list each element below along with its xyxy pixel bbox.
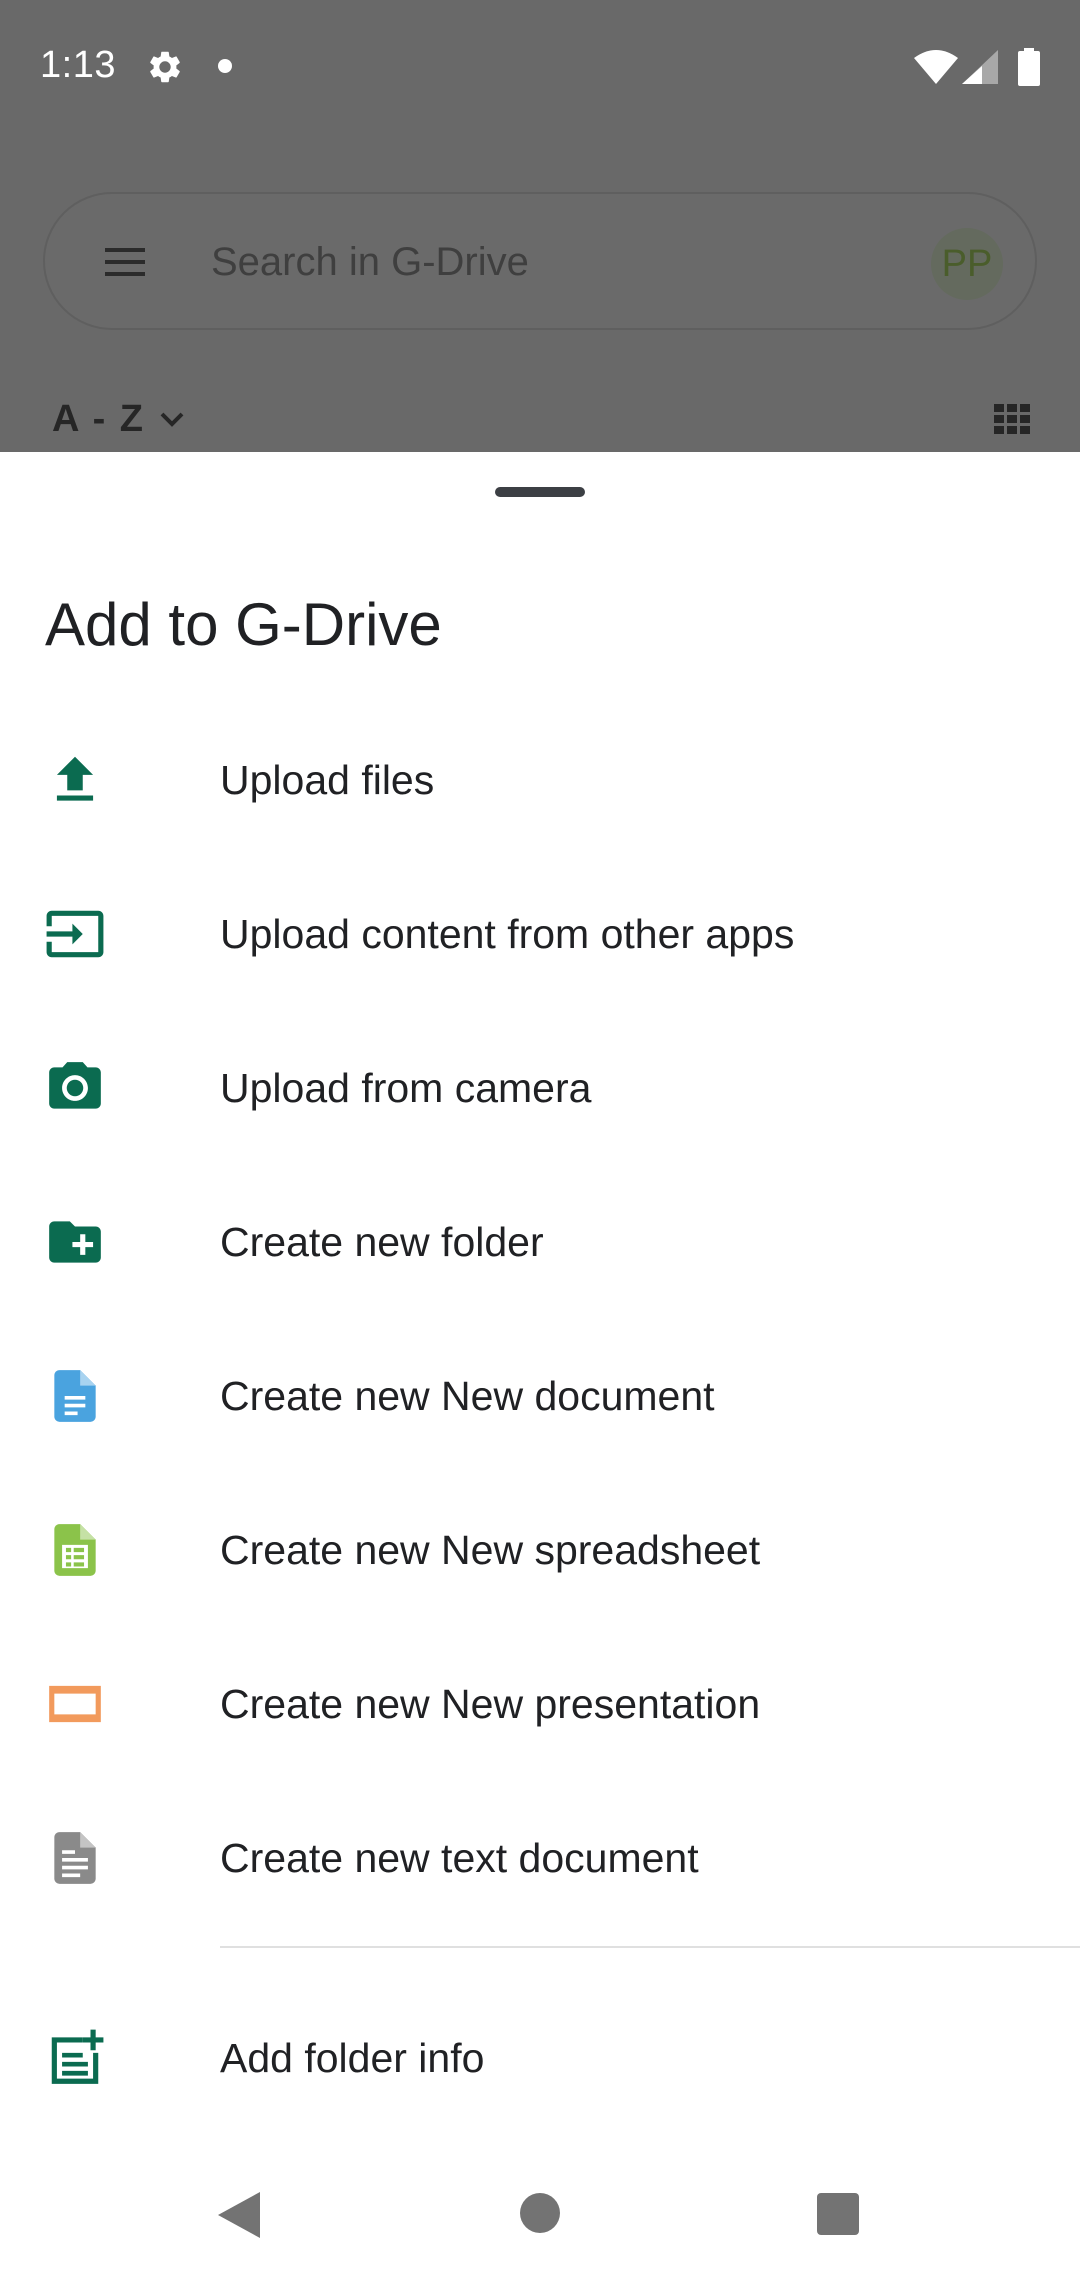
- text-document-icon: [54, 1832, 96, 1884]
- grid-view-icon[interactable]: [994, 404, 1030, 434]
- upload-icon: [56, 756, 94, 801]
- sheet-drag-handle[interactable]: [495, 487, 585, 497]
- create-document-label: Create new New document: [220, 1373, 715, 1419]
- document-icon: [54, 1370, 96, 1422]
- search-input[interactable]: Search in G-Drive: [211, 240, 529, 285]
- cell-signal-icon: [962, 50, 998, 84]
- sort-label: A - Z: [52, 398, 146, 440]
- add-folder-info-item[interactable]: Add folder info: [0, 1981, 1080, 2135]
- presentation-icon: [49, 1685, 101, 1723]
- divider: [220, 1946, 1080, 1948]
- notification-dot-icon: [218, 59, 232, 73]
- avatar[interactable]: PP: [931, 228, 1003, 300]
- status-bar: 1:13: [0, 0, 1080, 132]
- create-text-document-item[interactable]: Create new text document: [0, 1781, 1080, 1935]
- create-document-item[interactable]: Create new New document: [0, 1319, 1080, 1473]
- back-icon[interactable]: [216, 2190, 262, 2240]
- upload-from-apps-item[interactable]: Upload content from other apps: [0, 857, 1080, 1011]
- navigation-bar: [0, 2150, 1080, 2280]
- create-spreadsheet-label: Create new New spreadsheet: [220, 1527, 761, 1573]
- status-time: 1:13: [40, 44, 116, 86]
- input-icon: [46, 910, 104, 958]
- new-folder-icon: [49, 1221, 101, 1263]
- create-folder-item[interactable]: Create new folder: [0, 1165, 1080, 1319]
- sheet-title: Add to G-Drive: [45, 591, 442, 658]
- create-presentation-item[interactable]: Create new New presentation: [0, 1627, 1080, 1781]
- spreadsheet-icon: [54, 1524, 96, 1576]
- upload-files-item[interactable]: Upload files: [0, 703, 1080, 857]
- home-icon[interactable]: [520, 2193, 560, 2233]
- wifi-icon: [914, 50, 958, 84]
- recents-icon[interactable]: [817, 2193, 859, 2235]
- create-text-document-label: Create new text document: [220, 1835, 699, 1881]
- scrim-background[interactable]: 1:13 Search in G-Drive PP A - Z: [0, 0, 1080, 452]
- create-folder-label: Create new folder: [220, 1219, 544, 1265]
- sort-dropdown[interactable]: A - Z: [52, 398, 185, 441]
- upload-files-label: Upload files: [220, 757, 435, 803]
- upload-from-camera-label: Upload from camera: [220, 1065, 592, 1111]
- folder-info-icon: [51, 2029, 104, 2084]
- search-bar[interactable]: Search in G-Drive PP: [43, 192, 1037, 330]
- hamburger-menu-icon[interactable]: [105, 246, 145, 278]
- add-bottom-sheet: Add to G-Drive Upload files Upload conte…: [0, 452, 1080, 2280]
- add-folder-info-label: Add folder info: [220, 2035, 485, 2081]
- create-presentation-label: Create new New presentation: [220, 1681, 761, 1727]
- chevron-down-icon: [160, 412, 184, 427]
- battery-icon: [1018, 48, 1040, 86]
- camera-icon: [49, 1062, 101, 1109]
- upload-from-apps-label: Upload content from other apps: [220, 911, 795, 957]
- settings-gear-icon: [150, 51, 180, 83]
- upload-from-camera-item[interactable]: Upload from camera: [0, 1011, 1080, 1165]
- create-spreadsheet-item[interactable]: Create new New spreadsheet: [0, 1473, 1080, 1627]
